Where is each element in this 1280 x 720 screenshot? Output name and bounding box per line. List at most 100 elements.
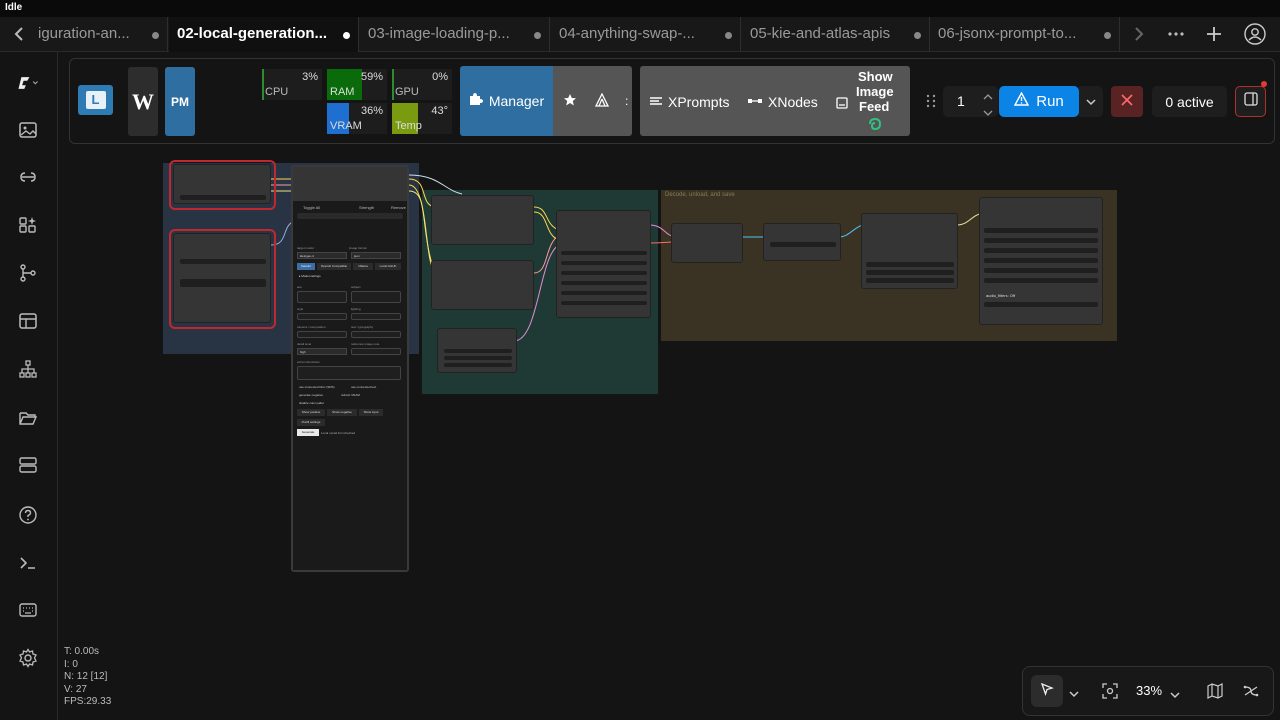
show-negative-button[interactable]: Show negative <box>327 409 357 416</box>
node-field[interactable] <box>984 258 1098 263</box>
tab-workflow-6[interactable]: 06-jsonx-prompt-to... <box>930 17 1120 52</box>
latent-node[interactable] <box>437 328 517 373</box>
pm-badge-button[interactable]: PM <box>165 67 195 136</box>
node-graph-canvas[interactable]: Toggle All Strength Remove target model … <box>59 145 1280 720</box>
terminal-icon[interactable] <box>17 552 39 574</box>
model-library-icon[interactable] <box>17 214 39 236</box>
lighting-field[interactable] <box>351 313 401 320</box>
overflow-icon[interactable]: : <box>625 94 628 108</box>
chevron-down-icon[interactable] <box>1170 686 1180 704</box>
chevron-down-icon[interactable] <box>1069 685 1079 703</box>
node-field[interactable] <box>561 251 647 255</box>
aux-field[interactable] <box>297 291 347 303</box>
encode-node-1[interactable] <box>431 195 534 245</box>
chevron-right-icon[interactable] <box>1132 25 1146 48</box>
triangle-network-icon[interactable] <box>594 92 610 112</box>
comfy-logo-icon[interactable] <box>17 72 39 94</box>
help-icon[interactable] <box>17 504 39 526</box>
star-icon[interactable] <box>563 93 577 112</box>
subject-field[interactable] <box>351 291 401 303</box>
reference-field[interactable] <box>351 348 401 355</box>
checkbox-text[interactable]: use connected text <box>351 385 376 389</box>
node-field[interactable] <box>984 248 1098 253</box>
ollama-button[interactable]: Ollama <box>353 263 373 270</box>
node-field[interactable] <box>180 195 266 200</box>
ksampler-node[interactable] <box>556 210 651 318</box>
node-field[interactable] <box>984 302 1098 307</box>
node-field[interactable] <box>866 262 954 267</box>
text-field[interactable] <box>351 331 401 338</box>
node-field[interactable] <box>180 279 266 287</box>
batch-count-input[interactable]: 1 <box>943 86 998 117</box>
node-field[interactable] <box>444 349 512 353</box>
tab-workflow-3[interactable]: 03-image-loading-p... <box>360 17 550 52</box>
user-avatar-icon[interactable] <box>1244 23 1266 50</box>
node-field[interactable] <box>866 270 954 275</box>
checkbox-vram[interactable]: refresh VRAM <box>341 393 360 397</box>
xprompts-button[interactable]: XPrompts <box>650 93 729 111</box>
run-options-dropdown[interactable] <box>1079 86 1103 117</box>
node-field[interactable] <box>984 278 1098 283</box>
xnodes-button[interactable]: XNodes <box>748 93 818 111</box>
more-horizontal-icon[interactable] <box>1167 25 1185 48</box>
plus-icon[interactable] <box>1205 25 1223 48</box>
node-field[interactable] <box>561 261 647 265</box>
tab-workflow-4[interactable]: 04-anything-swap-... <box>551 17 741 52</box>
node-field[interactable] <box>180 259 266 264</box>
node-field[interactable] <box>561 301 647 305</box>
lora-loader-node[interactable] <box>173 233 271 323</box>
chevron-left-icon[interactable] <box>12 25 26 48</box>
manager-button[interactable]: Manager <box>460 66 553 136</box>
toggle-all-label[interactable]: Toggle All <box>303 205 320 210</box>
node-field[interactable] <box>866 278 954 283</box>
unload-node[interactable] <box>763 223 841 261</box>
remove-label[interactable]: Remove <box>391 205 406 210</box>
checkbox-hlinx[interactable]: use connected hlinx (SDS) <box>299 385 335 389</box>
run-button[interactable]: Run <box>999 86 1079 117</box>
l-badge-button[interactable]: L <box>78 85 113 115</box>
show-positive-button[interactable]: Show positive <box>297 409 325 416</box>
extra-instructions-field[interactable] <box>297 366 401 380</box>
image-gallery-icon[interactable] <box>17 119 39 141</box>
node-field[interactable] <box>984 268 1098 273</box>
prefill-settings-button[interactable]: Prefill settings <box>297 419 325 426</box>
tab-workflow-2[interactable]: 02-local-generation... <box>169 17 359 52</box>
active-queue-count[interactable]: 0 active <box>1152 86 1227 117</box>
folder-open-icon[interactable] <box>17 407 39 429</box>
detail-select[interactable]: high <box>297 348 347 355</box>
node-field[interactable] <box>984 228 1098 233</box>
checkpoint-loader-node[interactable] <box>173 164 271 204</box>
zoom-level[interactable]: 33% <box>1136 683 1162 698</box>
fit-view-icon[interactable] <box>1102 683 1118 704</box>
w-badge-button[interactable]: W <box>128 67 158 136</box>
node-field[interactable] <box>984 238 1098 243</box>
encode-node-2[interactable] <box>431 260 534 310</box>
decode-group-title[interactable]: Decode, unload, and save <box>665 192 735 198</box>
node-field[interactable] <box>561 291 647 295</box>
cancel-queue-button[interactable] <box>1111 86 1143 117</box>
node-field[interactable] <box>561 271 647 275</box>
node-field[interactable] <box>444 356 512 360</box>
style-field[interactable] <box>297 313 347 320</box>
select-mode-button[interactable] <box>1031 675 1063 707</box>
show-input-button[interactable]: Show input <box>359 409 383 416</box>
openai-button[interactable]: OpenAI Compatible <box>317 263 351 270</box>
keyboard-icon[interactable] <box>17 599 39 621</box>
node-field[interactable] <box>561 281 647 285</box>
drag-handle-icon[interactable] <box>926 94 936 113</box>
filter-node[interactable] <box>861 213 958 289</box>
model-settings-toggle[interactable]: ▸ Model settings <box>299 274 321 278</box>
prompt-builder-node[interactable]: Toggle All Strength Remove target model … <box>291 165 409 572</box>
show-image-feed-button[interactable]: Show Image Feed <box>836 69 910 133</box>
node-library-icon[interactable] <box>17 166 39 188</box>
node-map-icon[interactable] <box>17 358 39 380</box>
hide-links-icon[interactable] <box>1243 683 1259 704</box>
minimap-icon[interactable] <box>1207 683 1223 704</box>
decrement-icon[interactable] <box>983 104 993 122</box>
node-field[interactable] <box>444 363 512 367</box>
checkbox-palette[interactable]: disable color pallet <box>299 401 324 405</box>
node-field[interactable] <box>770 242 836 247</box>
tab-workflow-5[interactable]: 05-kie-and-atlas-apis <box>742 17 930 52</box>
gemini-button[interactable]: Gemini <box>297 263 315 270</box>
templates-icon[interactable] <box>17 310 39 332</box>
